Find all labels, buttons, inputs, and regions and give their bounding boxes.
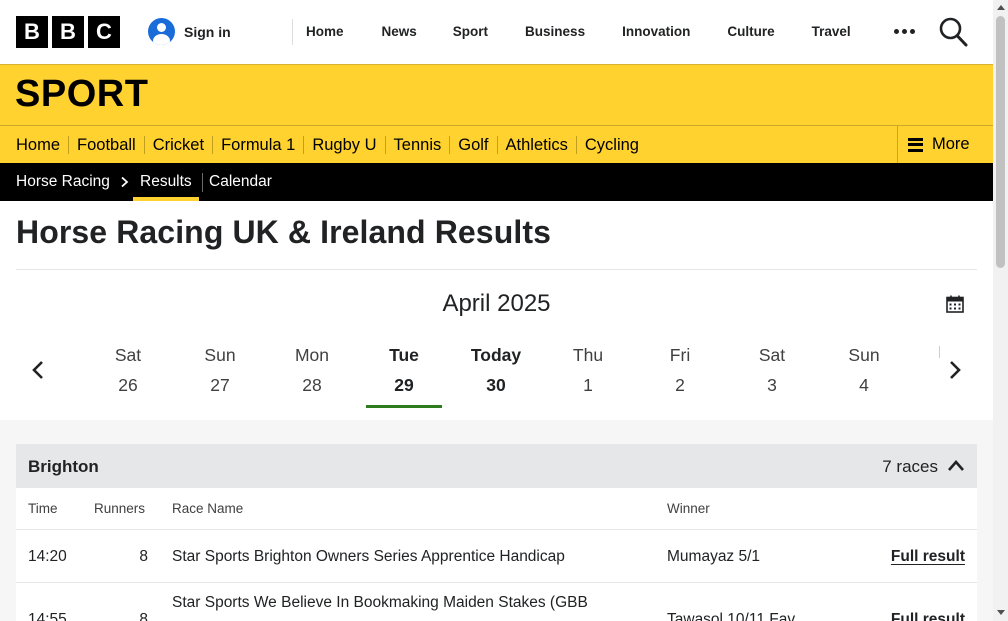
user-icon: [148, 18, 175, 45]
sign-in-label: Sign in: [184, 23, 231, 40]
race-count: 7 races: [882, 457, 938, 476]
table-row: 14:55 8 Star Sports We Believe In Bookma…: [16, 583, 977, 621]
sport-nav: Home Football Cricket Formula 1 Rugby U …: [0, 125, 993, 163]
sport-more-label: More: [932, 135, 970, 153]
race-runners: 8: [139, 611, 148, 621]
full-result-link[interactable]: Full result: [891, 611, 965, 621]
global-nav-sport[interactable]: Sport: [453, 19, 488, 45]
date-item-fri-2[interactable]: Fri 2: [642, 344, 718, 396]
date-day-number: 27: [210, 375, 230, 395]
meeting-name: Brighton: [28, 457, 99, 476]
month-label: April 2025: [442, 290, 551, 317]
bbc-logo-c: C: [88, 16, 120, 48]
date-day-number: 30: [486, 375, 506, 395]
nav-divider: [202, 173, 203, 192]
date-day-name: Tue: [389, 345, 419, 365]
table-row: 14:20 8 Star Sports Brighton Owners Seri…: [16, 530, 977, 583]
sport-nav-rugby-union[interactable]: Rugby U: [303, 135, 384, 154]
results-tab[interactable]: Results: [133, 163, 199, 201]
sport-more-button[interactable]: More: [897, 125, 993, 163]
date-strip-edge: [939, 346, 940, 358]
race-time: 14:20: [28, 548, 67, 565]
calendar-icon[interactable]: [946, 295, 964, 313]
bbc-logo[interactable]: B B C: [16, 16, 120, 48]
date-day-number: 2: [675, 375, 685, 395]
global-nav: Home News Sport Business Innovation Cult…: [292, 19, 851, 45]
date-item-sat-3[interactable]: Sat 3: [734, 344, 810, 396]
race-time: 14:55: [28, 611, 67, 621]
ellipsis-icon[interactable]: [894, 22, 916, 42]
sport-nav-tennis[interactable]: Tennis: [384, 135, 450, 154]
bbc-logo-b1: B: [16, 16, 48, 48]
date-item-tue-29-selected[interactable]: Tue 29: [366, 344, 442, 408]
column-header-time: Time: [28, 501, 58, 516]
sport-nav-cycling[interactable]: Cycling: [575, 135, 647, 154]
sport-nav-football[interactable]: Football: [68, 135, 144, 154]
sport-nav-formula-1[interactable]: Formula 1: [212, 135, 303, 154]
date-day-number: 1: [583, 375, 593, 395]
bbc-logo-b2: B: [52, 16, 84, 48]
date-item-mon-28[interactable]: Mon 28: [274, 344, 350, 396]
horse-racing-link[interactable]: Horse Racing: [16, 173, 110, 191]
global-nav-innovation[interactable]: Innovation: [622, 19, 690, 45]
column-header-race-name: Race Name: [172, 501, 244, 516]
date-item-sun-4[interactable]: Sun 4: [826, 344, 902, 396]
date-day-name: Thu: [572, 345, 604, 365]
date-day-number: 3: [767, 375, 777, 395]
date-day-number: 26: [118, 375, 138, 395]
scroll-up-icon[interactable]: [997, 5, 1005, 10]
sport-masthead: SPORT: [0, 64, 993, 125]
chevron-left-icon[interactable]: [30, 358, 46, 382]
race-winner: Tawasol 10/11 Fav: [667, 611, 796, 621]
date-day-name: Sun: [204, 345, 236, 365]
date-day-number: 28: [302, 375, 322, 395]
date-day-name: Today: [470, 345, 522, 365]
sport-title[interactable]: SPORT: [15, 73, 148, 116]
menu-icon: [908, 137, 923, 152]
date-day-number: 4: [859, 375, 869, 395]
date-item-today-30[interactable]: Today 30: [458, 344, 534, 396]
vertical-scrollbar[interactable]: [993, 0, 1008, 621]
race-winner: Mumayaz 5/1: [667, 548, 761, 565]
chevron-right-icon[interactable]: [947, 358, 963, 382]
search-icon[interactable]: [938, 16, 968, 48]
section-nav: Horse Racing Results Calendar: [0, 163, 993, 201]
global-header: B B C Sign in Home News Sport Business I…: [0, 0, 993, 64]
global-nav-news[interactable]: News: [382, 19, 417, 45]
date-item-sun-27[interactable]: Sun 27: [182, 344, 258, 396]
sport-nav-golf[interactable]: Golf: [449, 135, 496, 154]
global-nav-travel[interactable]: Travel: [812, 19, 851, 45]
race-runners: 8: [139, 548, 148, 565]
race-name: Star Sports We Believe In Bookmaking Mai…: [172, 594, 588, 611]
date-day-name: Sat: [758, 345, 786, 365]
sport-nav-home[interactable]: Home: [0, 136, 68, 154]
full-result-link[interactable]: Full result: [891, 548, 965, 566]
results-table: Time Runners Race Name Winner 14:20 8 St…: [16, 488, 977, 621]
scrollbar-thumb[interactable]: [996, 16, 1005, 268]
date-item-sat-26[interactable]: Sat 26: [90, 344, 166, 396]
sport-nav-athletics[interactable]: Athletics: [496, 135, 576, 154]
date-day-number: 29: [394, 375, 414, 395]
date-day-name: Mon: [294, 345, 330, 365]
chevron-up-icon: [948, 460, 964, 471]
date-day-name: Sat: [114, 345, 142, 365]
global-nav-culture[interactable]: Culture: [727, 19, 774, 45]
sign-in-button[interactable]: Sign in: [148, 18, 231, 45]
divider: [16, 269, 977, 270]
scroll-down-icon[interactable]: [997, 610, 1005, 615]
date-day-name: Fri: [669, 345, 691, 365]
meeting-header[interactable]: Brighton 7 races: [16, 444, 977, 488]
chevron-right-icon: [121, 177, 129, 187]
race-name: Star Sports Brighton Owners Series Appre…: [172, 548, 565, 565]
column-header-runners: Runners: [94, 501, 146, 516]
date-day-name: Sun: [848, 345, 880, 365]
date-item-thu-1[interactable]: Thu 1: [550, 344, 626, 396]
page-title: Horse Racing UK & Ireland Results: [16, 214, 551, 250]
table-header: Time Runners Race Name Winner: [16, 488, 977, 530]
calendar-tab[interactable]: Calendar: [209, 173, 272, 191]
global-nav-business[interactable]: Business: [525, 19, 585, 45]
sport-nav-cricket[interactable]: Cricket: [143, 135, 212, 154]
global-nav-home[interactable]: Home: [306, 19, 344, 45]
column-header-winner: Winner: [667, 501, 710, 516]
